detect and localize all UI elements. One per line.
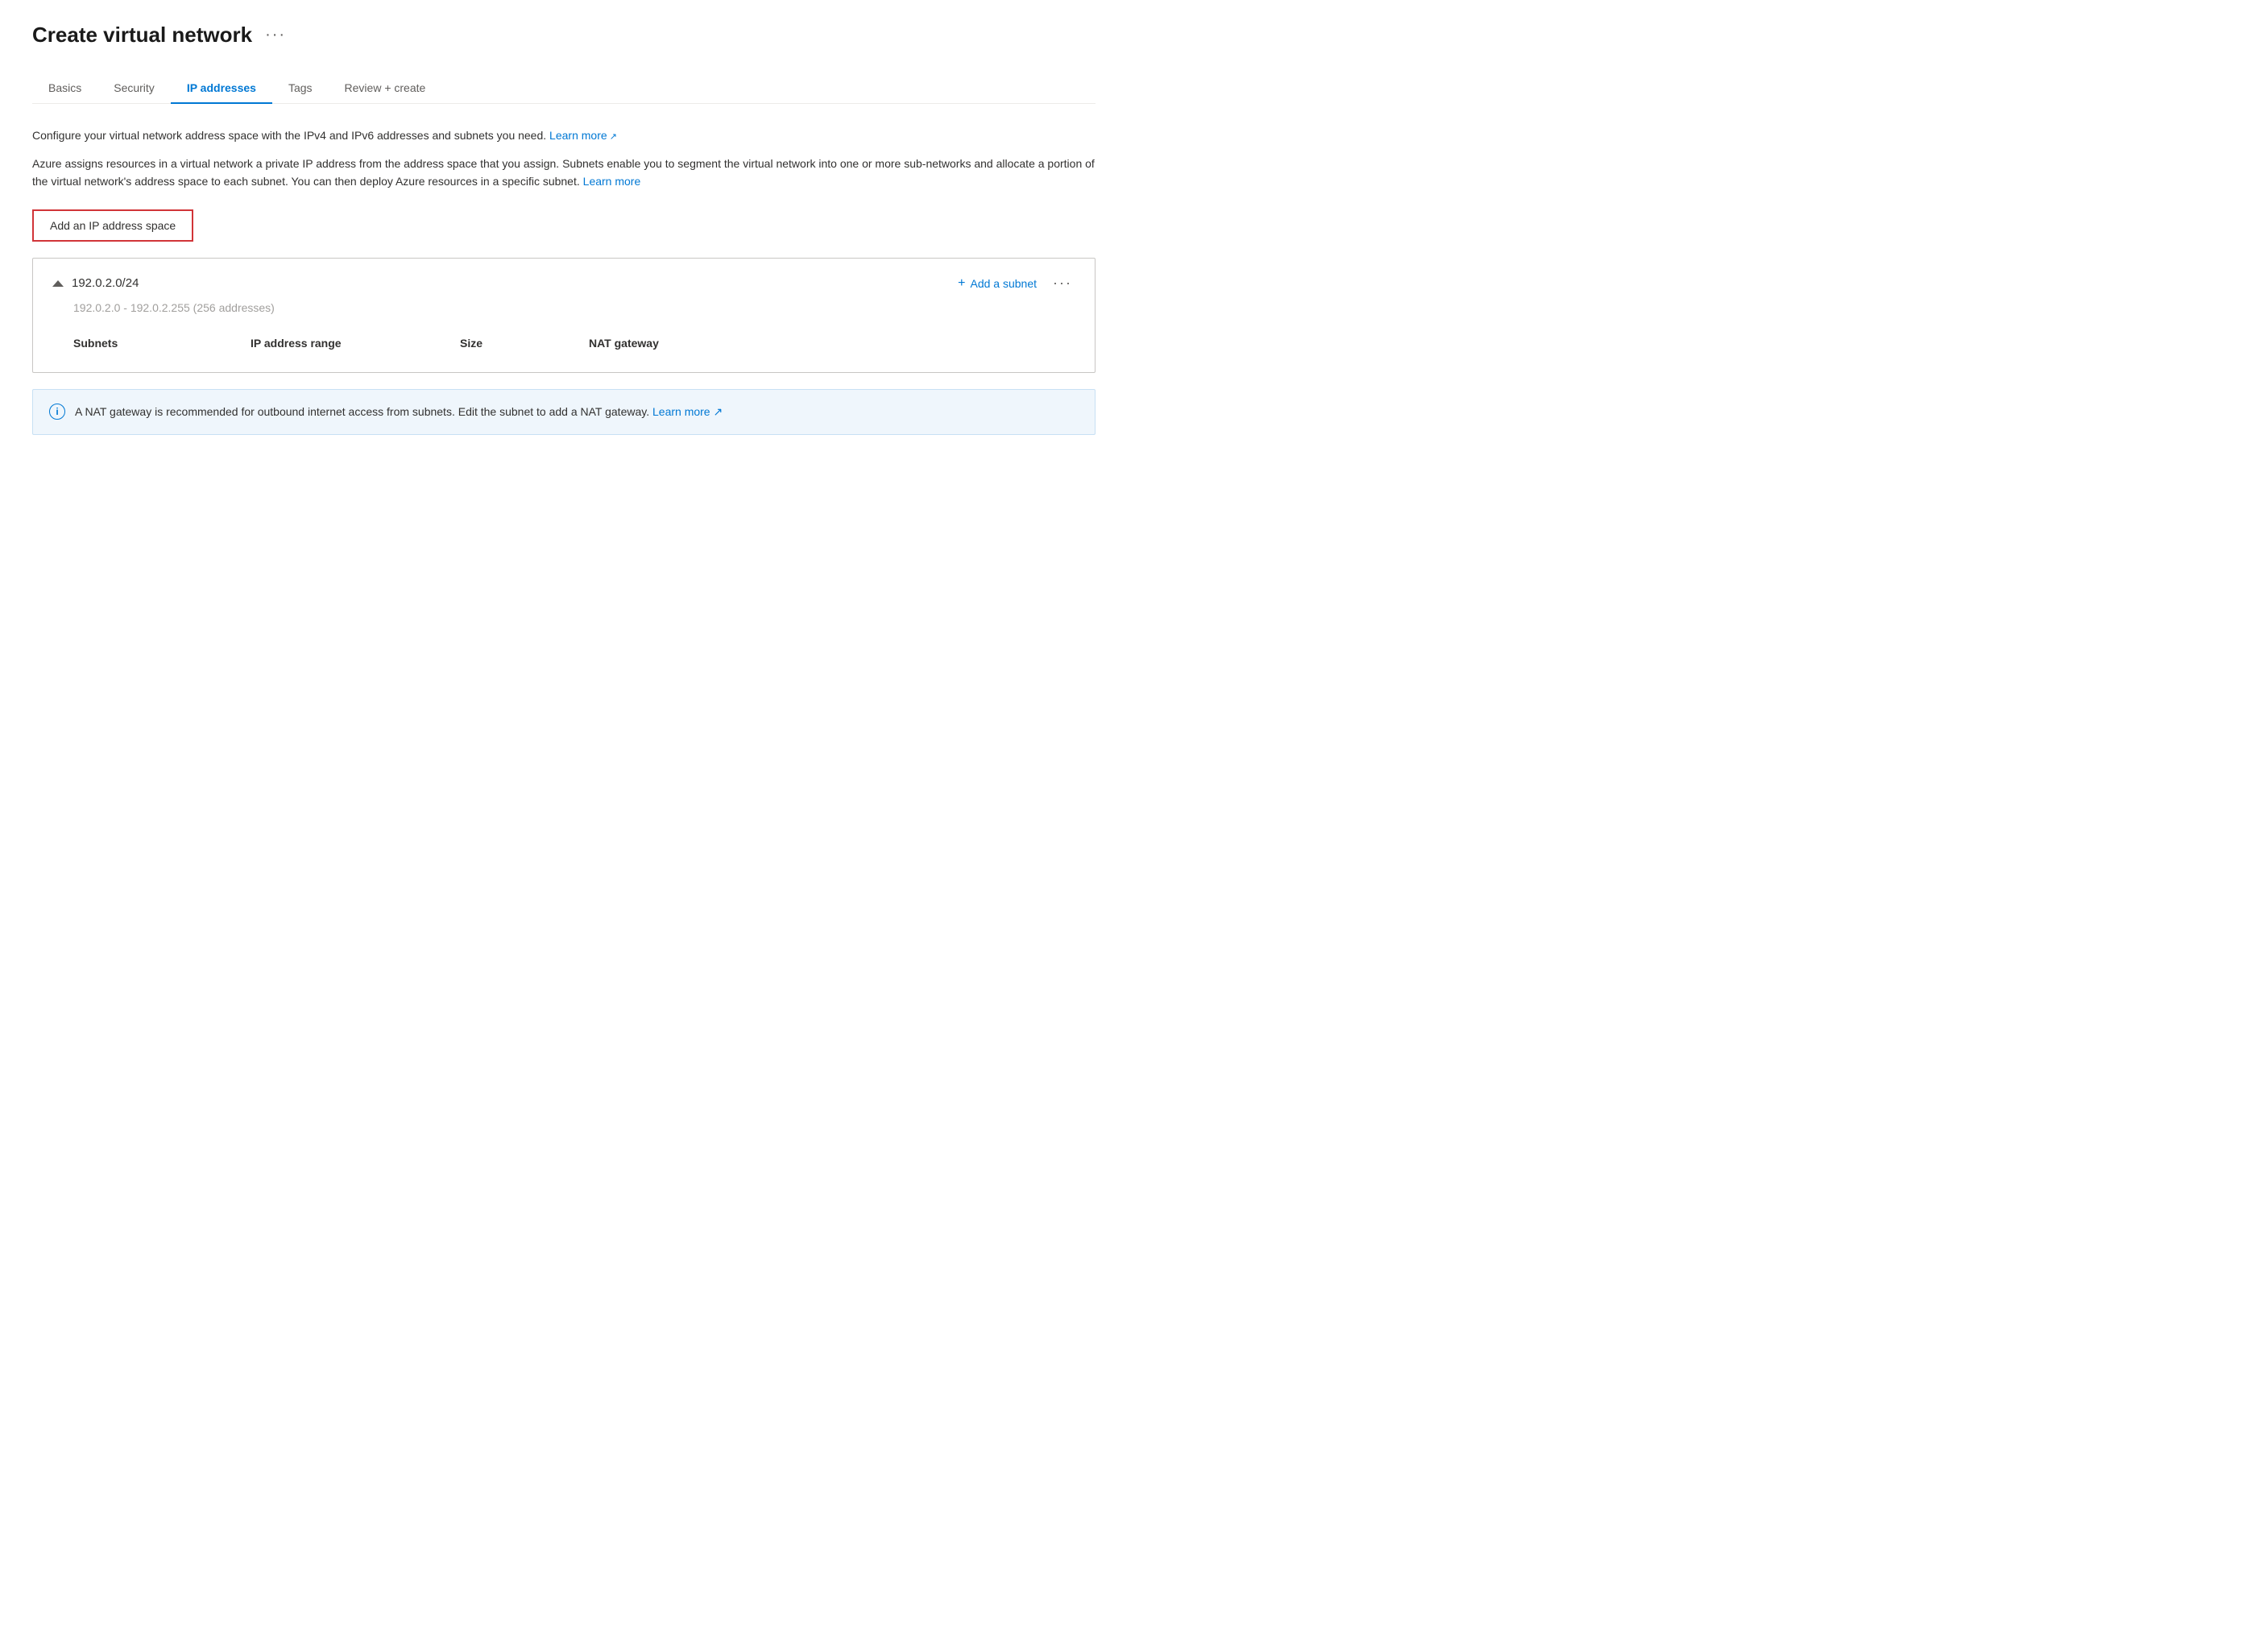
col-header-ip-range: IP address range bbox=[251, 337, 460, 350]
tab-security[interactable]: Security bbox=[97, 73, 171, 104]
description-section: Configure your virtual network address s… bbox=[32, 126, 1096, 190]
col-header-nat-gateway: NAT gateway bbox=[589, 337, 782, 350]
address-space-more-options-button[interactable]: ··· bbox=[1050, 275, 1075, 292]
page-header: Create virtual network ··· bbox=[32, 23, 1096, 48]
add-subnet-button[interactable]: + Add a subnet bbox=[958, 276, 1037, 291]
address-space-card: 192.0.2.0/24 + Add a subnet ··· 192.0.2.… bbox=[32, 258, 1096, 373]
address-range-text: 192.0.2.0 - 192.0.2.255 (256 addresses) bbox=[52, 301, 1075, 314]
more-options-icon[interactable]: ··· bbox=[265, 26, 286, 44]
address-space-right: + Add a subnet ··· bbox=[958, 275, 1075, 292]
description-line-1: Configure your virtual network address s… bbox=[32, 126, 1096, 145]
address-space-cidr: 192.0.2.0/24 bbox=[72, 276, 139, 290]
tab-ip-addresses[interactable]: IP addresses bbox=[171, 73, 272, 104]
page-title: Create virtual network bbox=[32, 23, 252, 48]
learn-more-link-1[interactable]: Learn more bbox=[549, 129, 617, 142]
col-header-size: Size bbox=[460, 337, 589, 350]
nat-info-text: A NAT gateway is recommended for outboun… bbox=[75, 403, 723, 420]
nat-info-box: i A NAT gateway is recommended for outbo… bbox=[32, 389, 1096, 434]
tab-basics[interactable]: Basics bbox=[32, 73, 97, 104]
info-icon: i bbox=[49, 404, 65, 420]
subnets-table-header: Subnets IP address range Size NAT gatewa… bbox=[52, 330, 1075, 356]
nat-learn-more-link[interactable]: Learn more ↗ bbox=[652, 405, 723, 418]
plus-icon: + bbox=[958, 276, 965, 291]
tab-tags[interactable]: Tags bbox=[272, 73, 329, 104]
learn-more-link-2[interactable]: Learn more bbox=[583, 175, 641, 188]
col-header-subnets: Subnets bbox=[73, 337, 251, 350]
chevron-up-icon[interactable] bbox=[52, 280, 64, 287]
tab-review-create[interactable]: Review + create bbox=[329, 73, 442, 104]
add-ip-address-space-button[interactable]: Add an IP address space bbox=[32, 209, 193, 242]
tab-bar: Basics Security IP addresses Tags Review… bbox=[32, 73, 1096, 104]
address-space-left: 192.0.2.0/24 bbox=[52, 276, 139, 290]
address-space-header: 192.0.2.0/24 + Add a subnet ··· bbox=[52, 275, 1075, 292]
description-line-2: Azure assigns resources in a virtual net… bbox=[32, 155, 1096, 191]
external-link-icon: ↗ bbox=[713, 405, 723, 418]
